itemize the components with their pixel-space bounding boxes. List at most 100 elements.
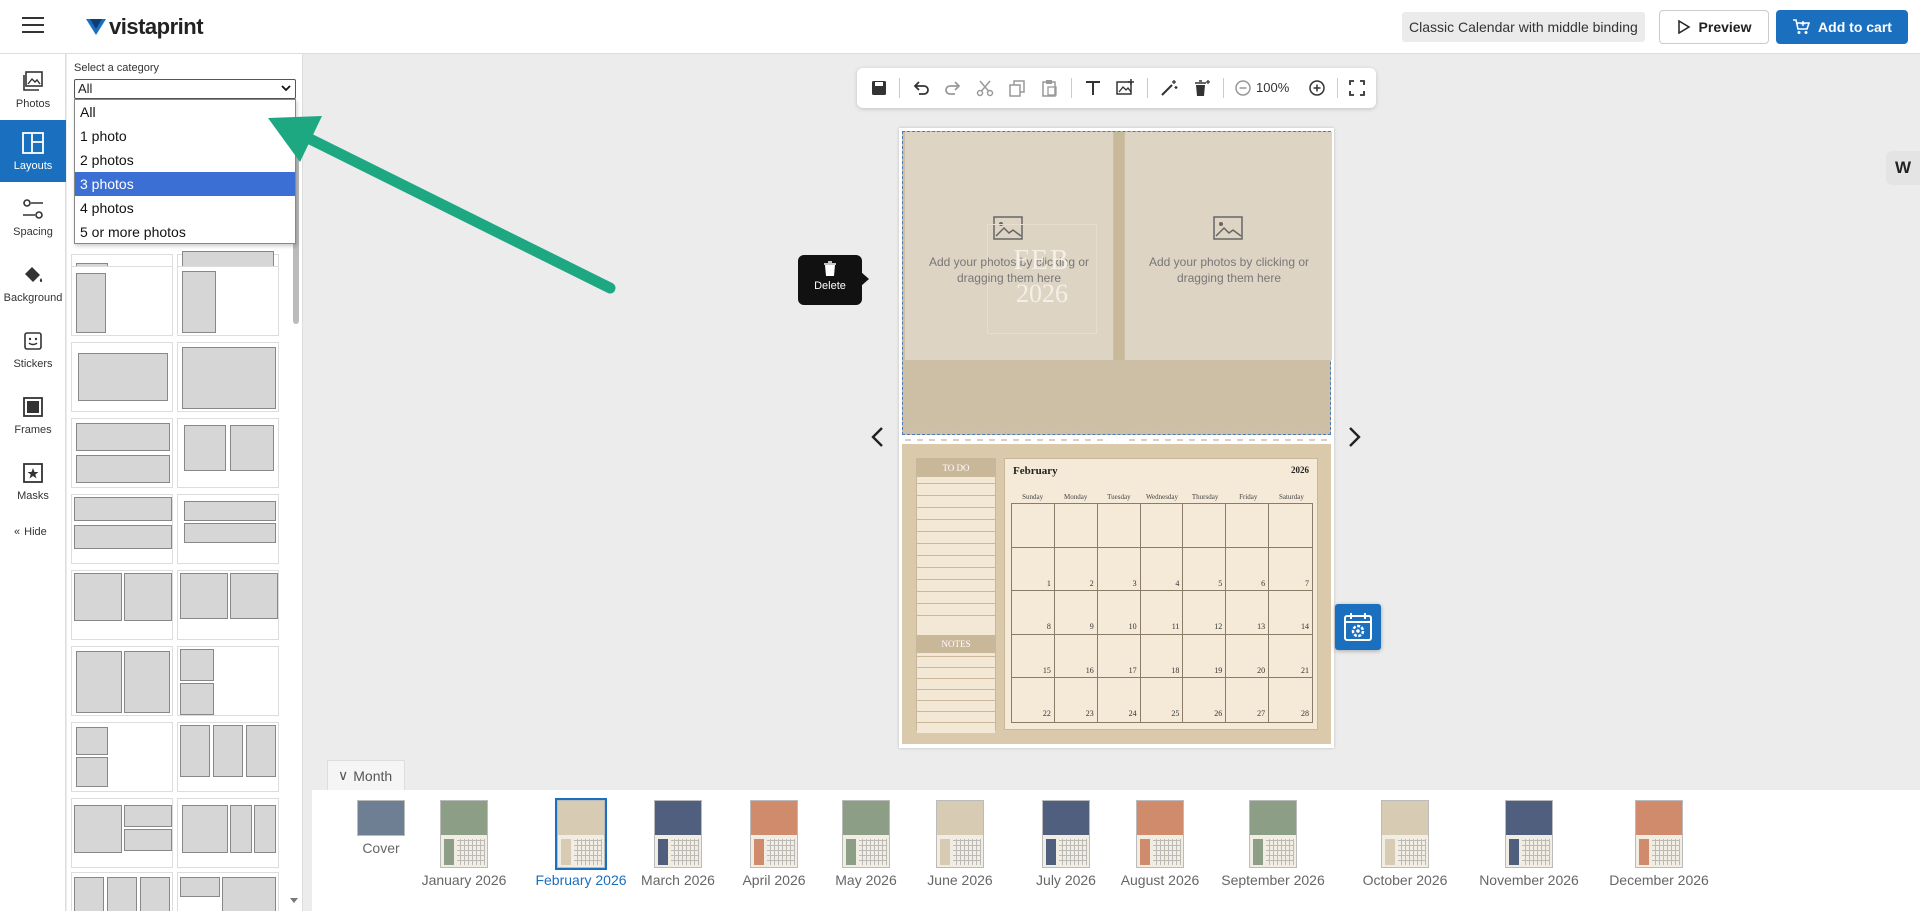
month-title-box[interactable]: FEB 2026 bbox=[987, 224, 1097, 334]
layout-thumbnail[interactable] bbox=[177, 798, 279, 868]
date-cell bbox=[1097, 504, 1141, 548]
layout-thumbnail[interactable] bbox=[71, 266, 173, 336]
clear-page-icon[interactable] bbox=[1191, 78, 1211, 98]
month-thumbnail[interactable]: October 2026 bbox=[1340, 800, 1470, 888]
month-preview bbox=[1505, 800, 1553, 868]
delete-button[interactable]: Delete bbox=[798, 255, 869, 305]
category-select[interactable]: All bbox=[74, 79, 296, 99]
month-thumbnail[interactable]: September 2026 bbox=[1208, 800, 1338, 888]
rail-stickers[interactable]: Stickers bbox=[0, 318, 66, 380]
zoom-in-icon[interactable] bbox=[1307, 78, 1327, 98]
undo-icon[interactable] bbox=[911, 78, 931, 98]
month-thumbnail[interactable]: December 2026 bbox=[1594, 800, 1724, 888]
layout-thumbnail[interactable] bbox=[71, 646, 173, 716]
hide-label: Hide bbox=[24, 526, 47, 538]
preview-button[interactable]: Preview bbox=[1659, 10, 1769, 44]
photo-area[interactable]: Add your photos by clicking or dragging … bbox=[902, 131, 1332, 435]
text-icon[interactable] bbox=[1083, 78, 1103, 98]
previous-page-icon[interactable] bbox=[870, 426, 886, 448]
month-thumbnail[interactable]: November 2026 bbox=[1464, 800, 1594, 888]
date-cell: 16 bbox=[1054, 634, 1098, 679]
rail-frames[interactable]: Frames bbox=[0, 384, 66, 446]
date-cell: 6 bbox=[1226, 547, 1270, 592]
date-cell: 14 bbox=[1269, 591, 1312, 635]
rail-spacing[interactable]: Spacing bbox=[0, 186, 66, 248]
calendar-month-name: February bbox=[1013, 465, 1058, 477]
layout-thumbnail[interactable] bbox=[177, 646, 279, 716]
image-placeholder-icon bbox=[1213, 216, 1243, 240]
product-name[interactable]: Classic Calendar with middle binding bbox=[1402, 12, 1645, 42]
scroll-down-icon[interactable] bbox=[289, 897, 299, 905]
cart-icon bbox=[1793, 19, 1811, 34]
month-thumbnail[interactable]: January 2026 bbox=[399, 800, 529, 888]
layout-thumbnail[interactable] bbox=[71, 342, 173, 412]
layout-thumbnail[interactable] bbox=[177, 418, 279, 488]
zoom-out-icon[interactable] bbox=[1233, 78, 1253, 98]
date-cell: 27 bbox=[1226, 678, 1270, 722]
cut-icon[interactable] bbox=[975, 78, 995, 98]
weekday-label: Tuesday bbox=[1107, 493, 1131, 501]
layout-thumbnail[interactable] bbox=[177, 494, 279, 564]
date-cell: 19 bbox=[1183, 634, 1227, 679]
layout-thumbnail[interactable] bbox=[71, 722, 173, 792]
calendar-settings-button[interactable] bbox=[1335, 604, 1381, 650]
next-page-icon[interactable] bbox=[1346, 426, 1362, 448]
spiral-binding bbox=[905, 429, 1327, 441]
calendar-grid-area[interactable]: TO DO NOTES February 2026 Sunday Monday … bbox=[902, 444, 1331, 744]
month-thumbnail[interactable]: August 2026 bbox=[1095, 800, 1225, 888]
category-label: Select a category bbox=[74, 62, 159, 74]
layout-thumbnail[interactable] bbox=[71, 872, 173, 911]
date-cell: 21 bbox=[1269, 635, 1312, 679]
paste-icon[interactable] bbox=[1039, 78, 1059, 98]
date-cell: 28 bbox=[1301, 709, 1309, 719]
w-widget-button[interactable]: W bbox=[1886, 151, 1920, 185]
photo-placeholder-right[interactable]: Add your photos by clicking or dragging … bbox=[1125, 132, 1332, 360]
rail-masks[interactable]: Masks bbox=[0, 450, 66, 512]
cart-label: Add to cart bbox=[1818, 19, 1892, 35]
date-cell: 20 bbox=[1226, 634, 1270, 679]
rail-background[interactable]: Background bbox=[0, 252, 66, 314]
weekday-label: Friday bbox=[1239, 493, 1258, 501]
spacing-icon bbox=[23, 198, 43, 219]
month-preview bbox=[555, 798, 607, 870]
rail-label: Masks bbox=[17, 489, 49, 502]
date-cell: 18 bbox=[1140, 634, 1184, 679]
date-cell bbox=[1012, 504, 1055, 548]
rail-layouts[interactable]: Layouts bbox=[0, 120, 66, 182]
annotation-arrow bbox=[268, 116, 616, 294]
date-cell: 24 bbox=[1098, 678, 1141, 722]
copy-icon[interactable] bbox=[1007, 78, 1027, 98]
delete-label: Delete bbox=[814, 280, 846, 292]
rail-label: Stickers bbox=[13, 357, 53, 370]
layout-thumbnail[interactable] bbox=[177, 722, 279, 792]
frame-icon bbox=[23, 396, 43, 417]
save-icon[interactable] bbox=[869, 78, 889, 98]
layout-thumbnail[interactable] bbox=[71, 570, 173, 640]
add-to-cart-button[interactable]: Add to cart bbox=[1776, 10, 1908, 44]
layout-thumbnail[interactable] bbox=[71, 798, 173, 868]
month-preview bbox=[842, 800, 890, 868]
rail-photos[interactable]: Photos bbox=[0, 58, 66, 120]
layout-thumbnail[interactable] bbox=[71, 494, 173, 564]
layout-thumbnail[interactable] bbox=[177, 342, 279, 412]
date-cell: 3 bbox=[1097, 547, 1141, 592]
redo-icon[interactable] bbox=[943, 78, 963, 98]
fullscreen-icon[interactable] bbox=[1347, 78, 1367, 98]
date-cell: 23 bbox=[1055, 678, 1098, 722]
weekday-label: Monday bbox=[1064, 493, 1088, 501]
layout-thumbnail[interactable] bbox=[71, 418, 173, 488]
date-cell: 22 bbox=[1012, 678, 1055, 722]
layout-thumbnail[interactable] bbox=[177, 872, 279, 911]
vistaprint-logo[interactable]: vistaprint bbox=[86, 14, 204, 40]
menu-icon[interactable] bbox=[22, 17, 44, 35]
date-cell bbox=[1054, 504, 1098, 548]
weekday-label: Sunday bbox=[1022, 493, 1044, 501]
magic-wand-icon[interactable] bbox=[1159, 78, 1179, 98]
calendar-page: Add your photos by clicking or dragging … bbox=[899, 128, 1334, 748]
layout-thumbnail[interactable] bbox=[177, 570, 279, 640]
hide-panel-button[interactable]: « Hide bbox=[14, 526, 47, 538]
month-strip-toggle[interactable]: ∨ Month bbox=[327, 760, 405, 790]
add-image-icon[interactable] bbox=[1115, 78, 1135, 98]
play-icon bbox=[1677, 20, 1690, 34]
photo-placeholder-left[interactable]: Add your photos by clicking or dragging … bbox=[905, 132, 1113, 360]
